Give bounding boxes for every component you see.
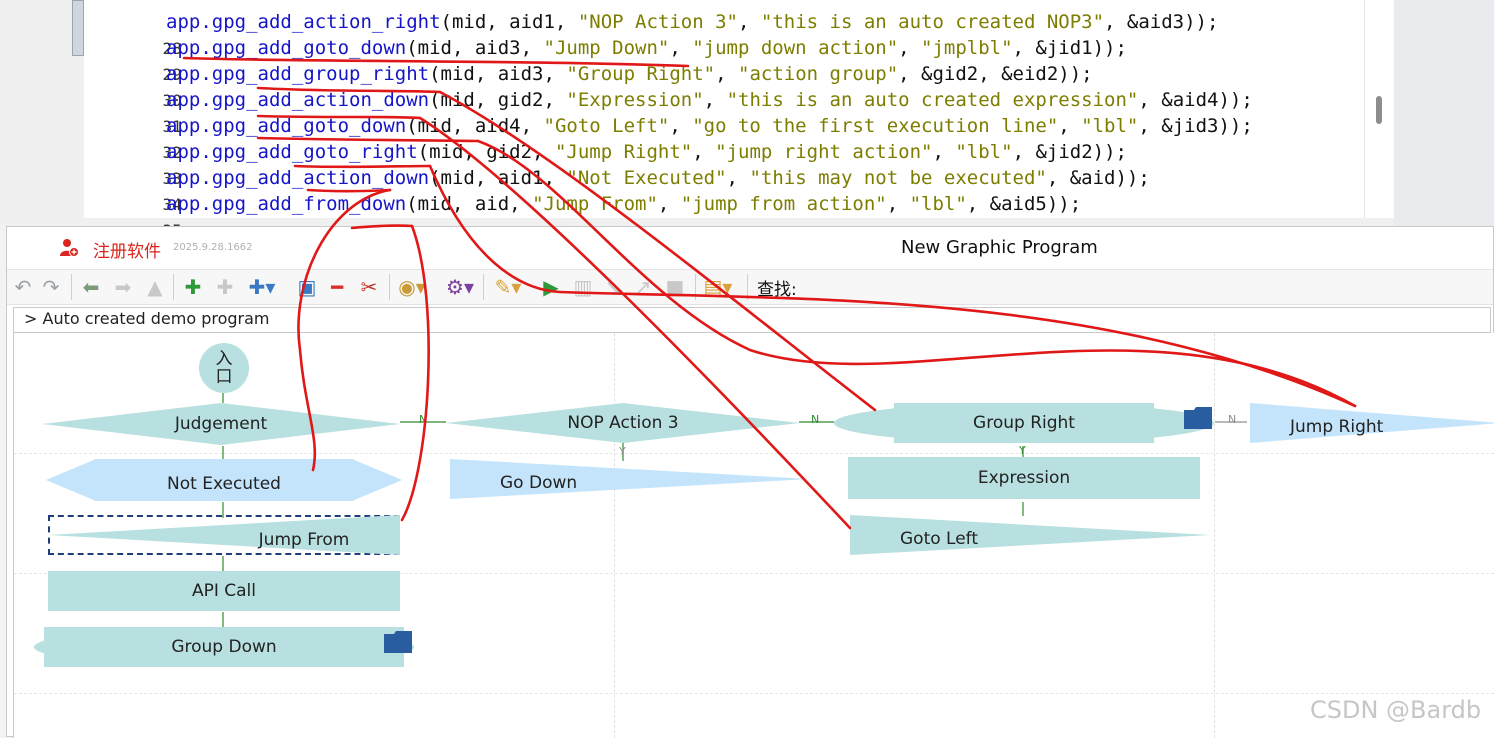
annotation-arrow — [400, 224, 430, 522]
underline-stroke — [182, 56, 690, 68]
red-annotation-overlay — [182, 56, 1357, 530]
underline-stroke — [256, 86, 442, 94]
underline-stroke — [350, 224, 414, 230]
annotation-arrow — [297, 188, 392, 472]
annotation-arrow — [428, 164, 1357, 408]
underline-stroke — [256, 136, 480, 143]
underline-stroke — [293, 164, 432, 169]
annotation-arrow — [418, 116, 852, 530]
underline-stroke — [306, 188, 392, 193]
watermark: CSDN @Bardb — [1310, 696, 1482, 724]
underline-stroke — [256, 114, 422, 120]
annotation-arrow — [476, 139, 1357, 408]
